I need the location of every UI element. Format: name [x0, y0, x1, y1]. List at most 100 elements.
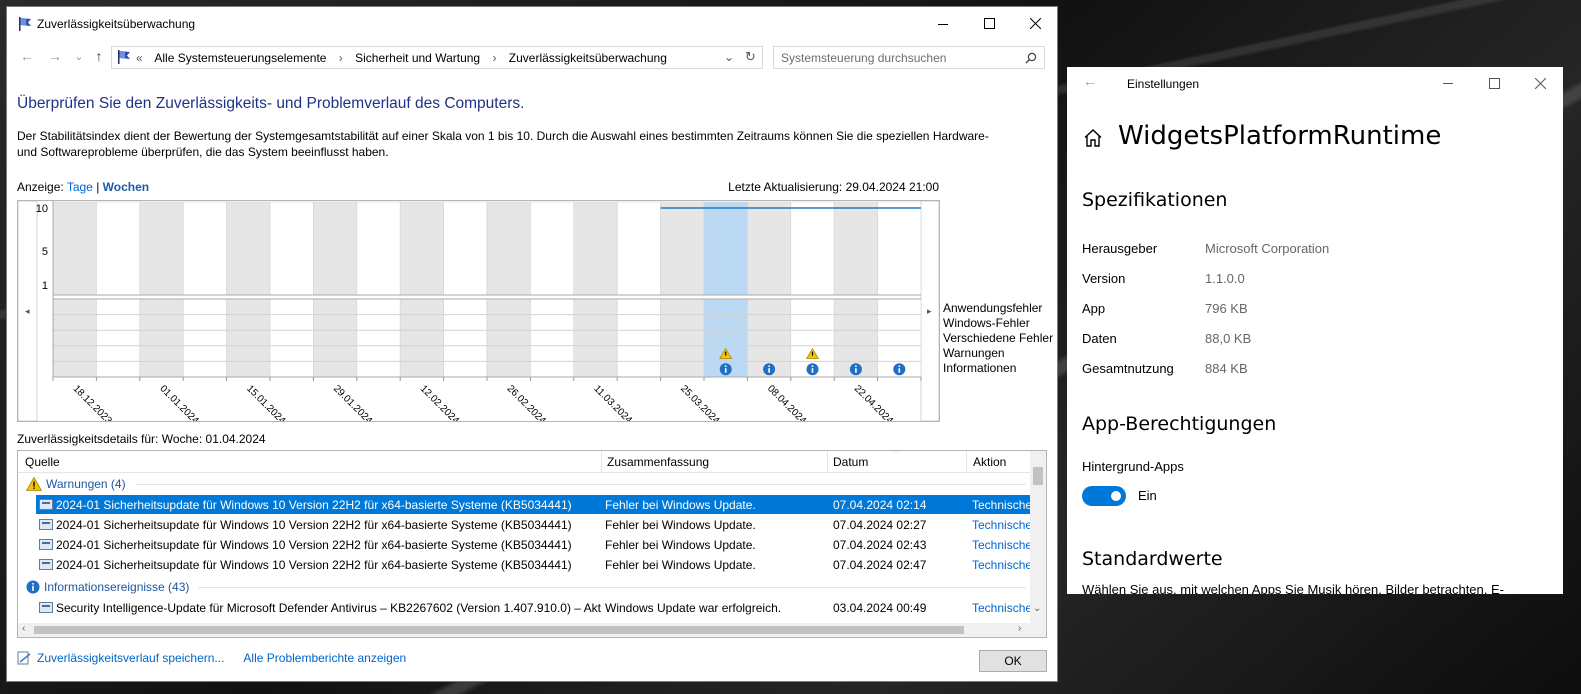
- chart-column: [139, 201, 184, 296]
- column-date[interactable]: Datum: [833, 455, 868, 469]
- spec-value: 88,0 KB: [1205, 331, 1252, 346]
- settings-window-title: Einstellungen: [1127, 77, 1200, 91]
- chart-info-mark: [898, 368, 901, 373]
- settings-minimize-button[interactable]: [1425, 67, 1471, 99]
- chart-column: [52, 201, 97, 296]
- back-arrow-icon[interactable]: ←: [1083, 73, 1097, 89]
- page-description: Der Stabilitätsindex dient der Bewertung…: [17, 129, 989, 159]
- table-row[interactable]: 2024-01 Sicherheitsupdate für Windows 10…: [36, 535, 1032, 554]
- save-history-icon: [17, 651, 31, 665]
- chart-column: [269, 201, 314, 296]
- scroll-down-icon[interactable]: ⌄: [1033, 603, 1041, 614]
- maximize-button[interactable]: [966, 7, 1012, 40]
- scroll-right-icon[interactable]: ›: [1018, 623, 1021, 634]
- legend-warnings: Warnungen: [943, 346, 1005, 360]
- search-input[interactable]: [774, 47, 1014, 68]
- chart-event-column: [443, 298, 488, 378]
- chart-info-dot: [811, 365, 814, 367]
- table-row[interactable]: Security Intelligence-Update für Microso…: [36, 598, 1032, 617]
- chart-column: [356, 201, 401, 296]
- chart-event-column: [573, 298, 618, 378]
- settings-maximize-button[interactable]: [1471, 67, 1517, 99]
- stability-chart[interactable]: ◂ ▸ 10 5 1 18.12.2023 01.01.2024 15.01.2024 29.0…: [17, 200, 940, 422]
- chart-info-mark: [811, 368, 814, 373]
- chart-event-column: [530, 298, 575, 378]
- close-button[interactable]: [1012, 7, 1058, 40]
- row-action-link[interactable]: Technische: [972, 498, 1032, 512]
- arrow-left-icon: ←: [20, 48, 34, 64]
- maximize-icon: [1488, 77, 1500, 89]
- group-information[interactable]: Informationsereignisse (43): [26, 580, 189, 594]
- chart-column: [96, 201, 141, 296]
- last-update-text: Letzte Aktualisierung: 29.04.2024 21:00: [728, 180, 939, 194]
- chart-column: [703, 201, 748, 296]
- back-button[interactable]: ←: [17, 46, 37, 66]
- spec-row: Herausgeber Microsoft Corporation: [1082, 234, 1329, 264]
- up-button[interactable]: ↑: [89, 46, 109, 66]
- breadcrumb-reliability[interactable]: Zuverlässigkeitsüberwachung: [509, 51, 667, 65]
- refresh-icon[interactable]: ↻: [745, 49, 756, 65]
- view-weeks-link[interactable]: Wochen: [103, 180, 149, 194]
- permissions-heading: App-Berechtigungen: [1082, 413, 1277, 435]
- window-title: Zuverlässigkeitsüberwachung: [37, 17, 196, 31]
- address-dropdown-icon[interactable]: ⌄: [724, 50, 734, 64]
- chart-column: [877, 201, 922, 296]
- table-row[interactable]: 2024-01 Sicherheitsupdate für Windows 10…: [36, 555, 1032, 574]
- column-action[interactable]: Aktion: [973, 455, 1006, 469]
- group-warnings[interactable]: Warnungen (4): [26, 477, 126, 491]
- home-icon[interactable]: [1083, 128, 1103, 148]
- minimize-icon: [1443, 83, 1453, 84]
- problem-reports-link[interactable]: Alle Problemberichte anzeigen: [243, 651, 406, 665]
- row-summary: Fehler bei Windows Update.: [605, 498, 756, 512]
- breadcrumb-security[interactable]: Sicherheit und Wartung: [355, 51, 480, 65]
- save-history-link[interactable]: Zuverlässigkeitsverlauf speichern...: [37, 651, 224, 665]
- breadcrumb-separator-icon: ›: [338, 51, 343, 65]
- column-source[interactable]: Quelle: [25, 455, 60, 469]
- breadcrumb-overflow[interactable]: «: [136, 51, 143, 65]
- chart-event-column: [269, 298, 314, 378]
- view-days-link[interactable]: Tage: [67, 180, 93, 194]
- arrow-right-icon: →: [48, 48, 62, 64]
- search-icon[interactable]: [1025, 52, 1037, 64]
- spec-key: App: [1082, 301, 1106, 316]
- x-tick-label: 26.02.2024: [505, 383, 548, 421]
- chart-legend: Anwendungsfehler Windows-Fehler Verschie…: [943, 301, 1053, 376]
- close-icon: [1029, 18, 1041, 29]
- chart-column: [399, 201, 444, 296]
- column-divider[interactable]: [966, 451, 967, 473]
- settings-close-button[interactable]: [1517, 67, 1563, 99]
- row-action-link[interactable]: Technische: [972, 518, 1032, 532]
- spec-key: Version: [1082, 271, 1126, 286]
- spec-key: Daten: [1082, 331, 1117, 346]
- column-divider[interactable]: [601, 451, 602, 473]
- chart-event-column: [139, 298, 184, 378]
- chart-scroll-right-icon: ▸: [927, 306, 932, 316]
- horizontal-scrollbar[interactable]: ‹ ›: [18, 623, 1032, 637]
- update-icon: [39, 559, 53, 570]
- chart-info-mark: [768, 368, 770, 373]
- row-action-link[interactable]: Technische: [972, 601, 1032, 615]
- column-summary[interactable]: Zusammenfassung: [607, 455, 709, 469]
- details-label: Zuverlässigkeitsdetails für: Woche: 01.0…: [17, 432, 266, 446]
- breadcrumb-all-items[interactable]: Alle Systemsteuerungselemente: [154, 51, 326, 65]
- toggle-state-label: Ein: [1138, 488, 1157, 503]
- row-date: 07.04.2024 02:43: [833, 538, 927, 552]
- forward-button[interactable]: →: [45, 46, 65, 66]
- address-bar[interactable]: « Alle Systemsteuerungselemente › Sicher…: [111, 46, 763, 69]
- scroll-left-icon[interactable]: ‹: [22, 623, 25, 634]
- table-row[interactable]: 2024-01 Sicherheitsupdate für Windows 10…: [36, 515, 1032, 534]
- recent-pages-button[interactable]: ⌄: [69, 46, 89, 66]
- minimize-button[interactable]: [920, 7, 966, 40]
- horizontal-scroll-thumb[interactable]: [34, 626, 964, 634]
- row-action-link[interactable]: Technische: [972, 558, 1032, 572]
- address-row: ← → ⌄ ↑ « Alle Systemsteuerungselemente …: [7, 42, 1057, 72]
- row-action-link[interactable]: Technische: [972, 538, 1032, 552]
- column-divider[interactable]: [827, 451, 828, 473]
- table-row[interactable]: 2024-01 Sicherheitsupdate für Windows 10…: [36, 495, 1032, 514]
- vertical-scrollbar[interactable]: ⌄: [1030, 451, 1046, 637]
- ok-button[interactable]: OK: [979, 650, 1047, 672]
- app-name-heading: WidgetsPlatformRuntime: [1118, 121, 1442, 151]
- background-apps-toggle[interactable]: [1082, 486, 1126, 506]
- vertical-scroll-thumb[interactable]: [1033, 467, 1043, 485]
- chart-event-column: [486, 298, 531, 378]
